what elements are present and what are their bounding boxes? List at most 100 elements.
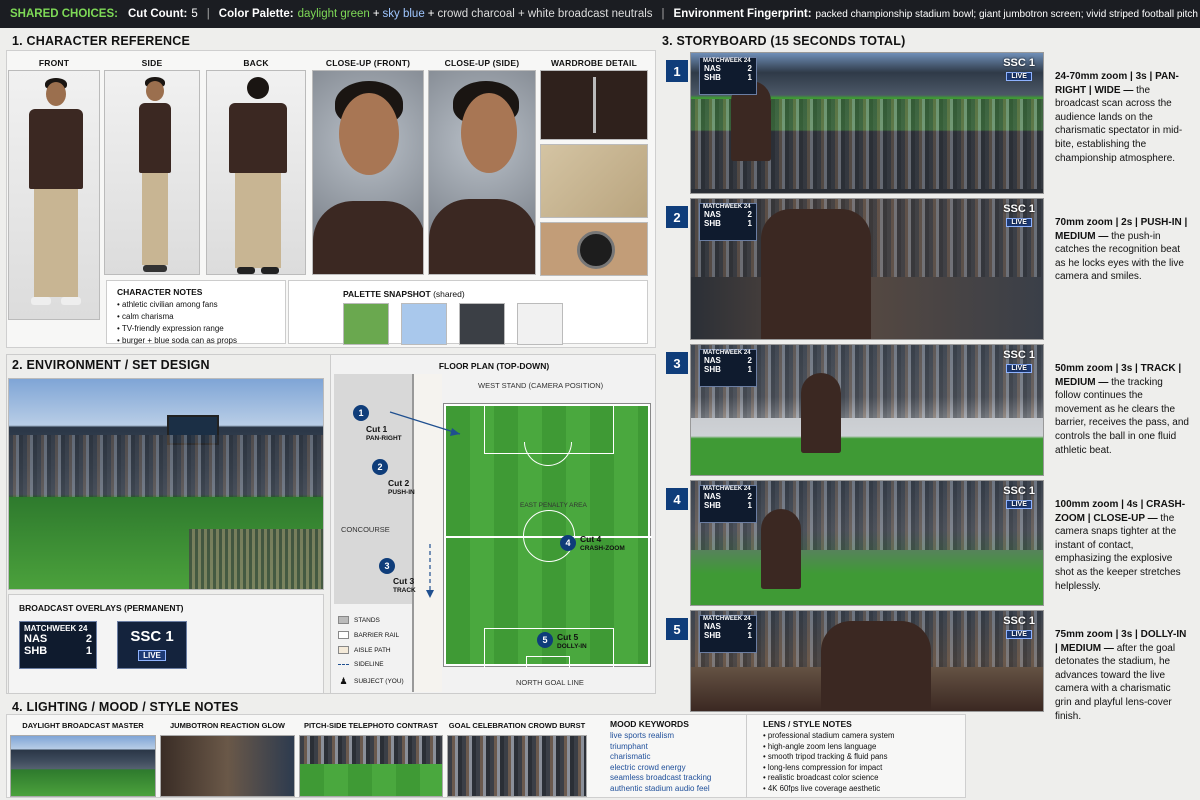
legend-item: BARRIER RAIL bbox=[338, 631, 399, 639]
character-back-image bbox=[206, 70, 306, 275]
character-notes-card: CHARACTER NOTES athletic civilian among … bbox=[106, 280, 286, 345]
storyboard-shot-description: 24-70mm zoom | 3s | PAN-RIGHT | WIDE — t… bbox=[1055, 70, 1189, 165]
storyboard-shot-image: MATCHWEEK 24 NAS 2 SHB 1 SSC 1 LIVE bbox=[690, 198, 1044, 340]
palette-snapshot-card: PALETTE SNAPSHOT (shared) bbox=[288, 280, 648, 345]
channel-name: SSC 1 bbox=[130, 628, 174, 645]
view-label-front: FRONT bbox=[38, 58, 70, 68]
legend-item: SIDELINE bbox=[338, 661, 384, 668]
character-closeup-front-image bbox=[312, 70, 424, 275]
light-frame-label: GOAL CELEBRATION CROWD BURST bbox=[448, 721, 586, 730]
live-badge: LIVE bbox=[1006, 72, 1032, 81]
live-badge: LIVE bbox=[138, 650, 166, 661]
shared-choices-bar: SHARED CHOICES: Cut Count: 5 | Color Pal… bbox=[0, 0, 1200, 28]
storyboard-shot-description: 50mm zoom | 3s | TRACK | MEDIUM — the tr… bbox=[1055, 362, 1189, 457]
palette-swatch-white bbox=[517, 303, 563, 345]
view-label-side: SIDE bbox=[141, 58, 163, 68]
channel-name: SSC 1 bbox=[1003, 349, 1035, 361]
scorebug-score1: 2 bbox=[747, 210, 752, 219]
scorebug-team2: SHB bbox=[704, 219, 721, 228]
mood-title: MOOD KEYWORDS bbox=[610, 719, 689, 729]
live-badge: LIVE bbox=[1006, 500, 1032, 509]
view-label-wardrobe: WARDROBE DETAIL bbox=[551, 58, 637, 68]
scorebug-score1: 2 bbox=[747, 492, 752, 501]
light-frame-daylight bbox=[10, 735, 156, 797]
environment-label: Environment Fingerprint: bbox=[673, 8, 812, 20]
scorebug-team2: SHB bbox=[704, 501, 721, 510]
palette-plus: + bbox=[427, 8, 435, 20]
cut-marker: 2 bbox=[372, 459, 388, 475]
section-title-lighting: 4. LIGHTING / MOOD / STYLE NOTES bbox=[12, 700, 239, 714]
channel-name: SSC 1 bbox=[1003, 485, 1035, 497]
view-label-back: BACK bbox=[243, 58, 269, 68]
shot-action: the camera snaps tighter at the instant … bbox=[1055, 512, 1181, 592]
wardrobe-watch-detail bbox=[540, 222, 648, 276]
channel-name: SSC 1 bbox=[1003, 615, 1035, 627]
storyboard-cut-number: 2 bbox=[666, 206, 688, 228]
cut-label: Cut 5 DOLLY-IN bbox=[557, 632, 587, 650]
live-badge: LIVE bbox=[1006, 218, 1032, 227]
view-label-closeup-front: CLOSE-UP (FRONT) bbox=[325, 58, 411, 68]
broadcast-overlays-card: BROADCAST OVERLAYS (PERMANENT) MATCHWEEK… bbox=[8, 594, 324, 694]
legend-item: ♟ SUBJECT (YOU) bbox=[339, 676, 404, 686]
view-label-closeup-side: CLOSE-UP (SIDE) bbox=[444, 58, 520, 68]
palette-title: PALETTE SNAPSHOT (shared) bbox=[343, 289, 465, 299]
palette-rest: crowd charcoal + white broadcast neutral… bbox=[437, 8, 653, 20]
light-frame-celebration bbox=[447, 735, 587, 797]
palette-label: Color Palette: bbox=[218, 8, 294, 20]
storyboard-shot-description: 75mm zoom | 3s | DOLLY-IN | MEDIUM — aft… bbox=[1055, 628, 1189, 723]
light-frame-label: DAYLIGHT BROADCAST MASTER bbox=[22, 721, 144, 730]
character-note: athletic civilian among fans bbox=[117, 299, 275, 311]
character-note: TV-friendly expression range bbox=[117, 323, 275, 335]
character-note: calm charisma bbox=[117, 311, 275, 323]
scorebug-score1: 2 bbox=[747, 356, 752, 365]
palette-swatch-green bbox=[343, 303, 389, 345]
palette-swatch-blue bbox=[401, 303, 447, 345]
overlays-title: BROADCAST OVERLAYS (PERMANENT) bbox=[19, 603, 184, 613]
cut-label: Cut 4 CRASH-ZOOM bbox=[580, 534, 625, 552]
separator: | bbox=[206, 8, 210, 20]
mood-list: live sports realism triumphant charismatic… bbox=[610, 731, 712, 793]
scorebug-team2: SHB bbox=[704, 365, 721, 374]
scorebug-score2: 1 bbox=[747, 631, 752, 640]
scorebug-score2: 1 bbox=[747, 73, 752, 82]
cut-count-label: Cut Count: bbox=[127, 8, 188, 20]
scorebug-team2: SHB bbox=[704, 631, 721, 640]
storyboard-cut-number: 4 bbox=[666, 488, 688, 510]
scorebug-team1: NAS bbox=[24, 633, 48, 645]
character-notes-title: CHARACTER NOTES bbox=[117, 287, 203, 297]
shot-spec: 24-70mm zoom | 3s | PAN-RIGHT | WIDE — bbox=[1055, 71, 1179, 96]
cut-marker: 3 bbox=[379, 558, 395, 574]
character-side-image bbox=[104, 70, 200, 275]
cut-label: Cut 2 PUSH-IN bbox=[388, 478, 415, 496]
scorebug-score2: 1 bbox=[85, 645, 92, 657]
channel-name: SSC 1 bbox=[1003, 203, 1035, 215]
channel-name: SSC 1 bbox=[1003, 57, 1035, 69]
scorebug-score1: 2 bbox=[747, 622, 752, 631]
light-frame-jumbotron bbox=[160, 735, 295, 797]
character-closeup-side-image bbox=[428, 70, 536, 275]
wardrobe-shirt-detail bbox=[540, 70, 648, 140]
wardrobe-pants-detail bbox=[540, 144, 648, 218]
scorebug-week: MATCHWEEK 24 bbox=[24, 624, 88, 633]
stadium-environment-image bbox=[8, 378, 324, 590]
live-badge: LIVE bbox=[1006, 364, 1032, 373]
palette-blue: sky blue bbox=[382, 8, 425, 20]
palette-green: daylight green bbox=[297, 8, 370, 20]
cut-marker: 5 bbox=[537, 632, 553, 648]
legend-item: STANDS bbox=[338, 616, 380, 624]
storyboard-shot-image: MATCHWEEK 24 NAS 2 SHB 1 SSC 1 LIVE bbox=[690, 52, 1044, 194]
storyboard-shot-description: 70mm zoom | 2s | PUSH-IN | MEDIUM — the … bbox=[1055, 216, 1189, 284]
section-title-storyboard: 3. STORYBOARD (15 SECONDS TOTAL) bbox=[662, 34, 906, 48]
separator: | bbox=[661, 8, 665, 20]
channel-overlay: SSC 1 LIVE bbox=[117, 621, 187, 669]
light-frame-label: PITCH-SIDE TELEPHOTO CONTRAST bbox=[303, 721, 439, 730]
section-title-character: 1. CHARACTER REFERENCE bbox=[12, 34, 191, 48]
storyboard-cut-number: 5 bbox=[666, 618, 688, 640]
scorebug-score2: 1 bbox=[747, 501, 752, 510]
light-frame-label: JUMBOTRON REACTION GLOW bbox=[170, 721, 285, 730]
cut-label: Cut 1 PAN-RIGHT bbox=[366, 424, 402, 442]
subject-icon: ♟ bbox=[339, 676, 348, 686]
scorebug-overlay: MATCHWEEK 24 NAS 2 SHB 1 bbox=[19, 621, 97, 669]
shot-action: after the goal detonates the stadium, he… bbox=[1055, 642, 1176, 722]
palette-swatch-charcoal bbox=[459, 303, 505, 345]
